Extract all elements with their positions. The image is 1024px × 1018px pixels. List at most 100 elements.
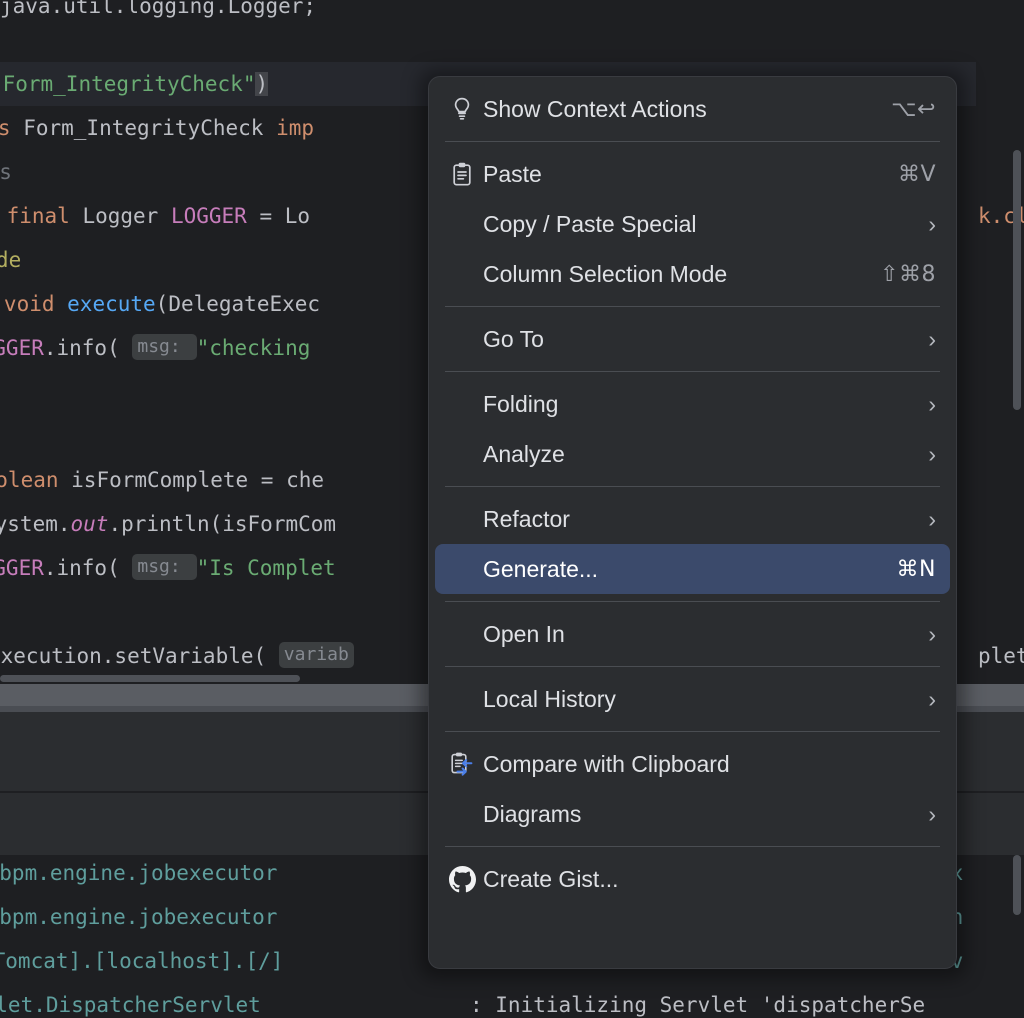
code-token: ate final — [0, 204, 82, 228]
menu-item-shortcut: ⌥↩ — [891, 97, 936, 122]
menu-item-icon-placeholder — [445, 554, 479, 584]
code-token: System. — [0, 512, 71, 536]
code-line: lass Form_IntegrityCheck imp — [0, 106, 314, 150]
menu-item-label: Paste — [483, 161, 898, 188]
menu-item-local-history[interactable]: Local History› — [435, 674, 950, 724]
menu-item-icon-placeholder — [445, 439, 479, 469]
menu-item-label: Analyze — [483, 441, 916, 468]
menu-item-icon-placeholder — [445, 799, 479, 829]
code-token: .info( — [44, 556, 133, 580]
code-token: .println(isFormCom — [108, 512, 336, 536]
menu-item-column-selection-mode[interactable]: Column Selection Mode⇧⌘8 — [435, 249, 950, 299]
editor-vertical-scrollbar[interactable] — [1010, 0, 1024, 680]
menu-item-shortcut: ⌘V — [898, 162, 936, 187]
menu-item-show-context-actions[interactable]: Show Context Actions⌥↩ — [435, 84, 950, 134]
code-token: out — [71, 512, 109, 536]
chevron-right-icon: › — [928, 623, 936, 646]
code-line: LOGGER.info( msg: "Is Complet — [0, 546, 336, 590]
menu-separator — [445, 371, 940, 372]
github-icon — [445, 864, 479, 894]
chevron-right-icon: › — [928, 213, 936, 236]
code-token: lass — [0, 116, 23, 140]
clipboard-icon — [445, 159, 479, 189]
menu-item-label: Diagrams — [483, 801, 916, 828]
chevron-right-icon: › — [928, 443, 936, 466]
code-line: ic void execute(DelegateExec — [0, 282, 320, 326]
editor-context-menu[interactable]: Show Context Actions⌥↩Paste⌘VCopy / Past… — [428, 76, 957, 969]
menu-item-diagrams[interactable]: Diagrams › — [435, 789, 950, 839]
menu-item-paste[interactable]: Paste⌘V — [435, 149, 950, 199]
code-token: "Is Complet — [197, 556, 336, 580]
menu-item-shortcut: ⇧⌘8 — [880, 262, 936, 287]
menu-item-label: Show Context Actions — [483, 96, 891, 123]
code-token: LOGGER — [0, 336, 44, 360]
menu-item-copy-paste-special[interactable]: Copy / Paste Special › — [435, 199, 950, 249]
menu-item-label: Local History — [483, 686, 916, 713]
console-line: n.bpm.engine.jobexecutor — [0, 895, 277, 939]
menu-item-icon-placeholder — [445, 324, 479, 354]
code-token: execute — [67, 292, 156, 316]
menu-item-label: Copy / Paste Special — [483, 211, 916, 238]
menu-item-label: Compare with Clipboard — [483, 751, 936, 778]
menu-item-go-to[interactable]: Go To › — [435, 314, 950, 364]
menu-separator — [445, 731, 940, 732]
code-token: java.util.logging.Logger; — [0, 0, 316, 18]
code-line: ges — [0, 150, 12, 194]
code-token: boolean — [0, 468, 71, 492]
compare-clipboard-icon — [445, 749, 479, 779]
menu-separator — [445, 846, 940, 847]
chevron-right-icon: › — [928, 508, 936, 531]
code-line: LOGGER.info( msg: "checking — [0, 326, 323, 370]
parameter-hint: msg: — [132, 554, 196, 580]
menu-item-folding[interactable]: Folding› — [435, 379, 950, 429]
menu-item-analyze[interactable]: Analyze › — [435, 429, 950, 479]
chevron-right-icon: › — [928, 803, 936, 826]
code-token: "checking — [197, 336, 323, 360]
menu-item-label: Open In — [483, 621, 916, 648]
parameter-hint: msg: — [132, 334, 196, 360]
code-line: System.out.println(isFormCom — [0, 502, 336, 546]
code-line: java.util.logging.Logger; — [0, 0, 316, 28]
chevron-right-icon: › — [928, 328, 936, 351]
code-token: (DelegateExec — [156, 292, 320, 316]
menu-separator — [445, 141, 940, 142]
code-token: rride — [0, 248, 21, 272]
lightbulb-icon — [445, 94, 479, 124]
menu-item-icon-placeholder — [445, 504, 479, 534]
code-token: Form_IntegrityCheck — [23, 116, 276, 140]
menu-item-label: Create Gist... — [483, 866, 936, 893]
code-token: ges — [0, 160, 12, 184]
console-line: rvlet.DispatcherServlet — [0, 983, 261, 1018]
menu-item-icon-placeholder — [445, 259, 479, 289]
menu-item-refactor[interactable]: Refactor › — [435, 494, 950, 544]
menu-item-label: Go To — [483, 326, 916, 353]
menu-item-open-in[interactable]: Open In › — [435, 609, 950, 659]
menu-item-shortcut: ⌘N — [897, 557, 936, 582]
menu-item-compare-with-clipboard[interactable]: Compare with Clipboard — [435, 739, 950, 789]
menu-separator — [445, 601, 940, 602]
menu-item-label: Refactor — [483, 506, 916, 533]
menu-item-icon-placeholder — [445, 619, 479, 649]
menu-item-label: Generate... — [483, 556, 897, 583]
menu-item-create-gist[interactable]: Create Gist... — [435, 854, 950, 904]
console-line: : Initializing Servlet 'dispatcherSe — [470, 983, 925, 1018]
parameter-hint: variab — [279, 642, 354, 668]
menu-item-icon-placeholder — [445, 209, 479, 239]
editor-vertical-scrollbar-thumb[interactable] — [1013, 150, 1021, 410]
code-token: "Form_IntegrityCheck" — [0, 72, 255, 96]
code-line: rride — [0, 238, 21, 282]
console-line: n.bpm.engine.jobexecutor — [0, 855, 277, 895]
code-line: ate final Logger LOGGER = Lo — [0, 194, 310, 238]
code-token: .info( — [44, 336, 133, 360]
menu-item-label: Column Selection Mode — [483, 261, 880, 288]
menu-separator — [445, 306, 940, 307]
menu-separator — [445, 666, 940, 667]
code-token: isFormComplete = che — [71, 468, 324, 492]
code-token: ic void — [0, 292, 67, 316]
code-token: execution.setVariable( — [0, 644, 279, 668]
code-token: Logger — [82, 204, 171, 228]
menu-separator — [445, 486, 940, 487]
menu-item-generate[interactable]: Generate...⌘N — [435, 544, 950, 594]
console-scrollbar-thumb[interactable] — [1013, 855, 1021, 915]
editor-horizontal-scrollbar-thumb[interactable] — [0, 675, 300, 682]
